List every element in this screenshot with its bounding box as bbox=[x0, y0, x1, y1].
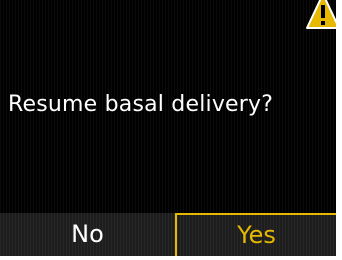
no-button[interactable]: No bbox=[0, 213, 175, 256]
dialog-prompt: Resume basal delivery? bbox=[8, 92, 274, 117]
pump-screen: Resume basal delivery? No Yes bbox=[0, 0, 336, 256]
softkey-bar: No Yes bbox=[0, 213, 336, 256]
yes-button-label: Yes bbox=[237, 221, 276, 249]
warning-triangle-icon bbox=[306, 0, 336, 29]
device-bezel: Resume basal delivery? No Yes bbox=[0, 0, 342, 260]
yes-button[interactable]: Yes bbox=[175, 213, 336, 256]
no-button-label: No bbox=[71, 220, 104, 248]
